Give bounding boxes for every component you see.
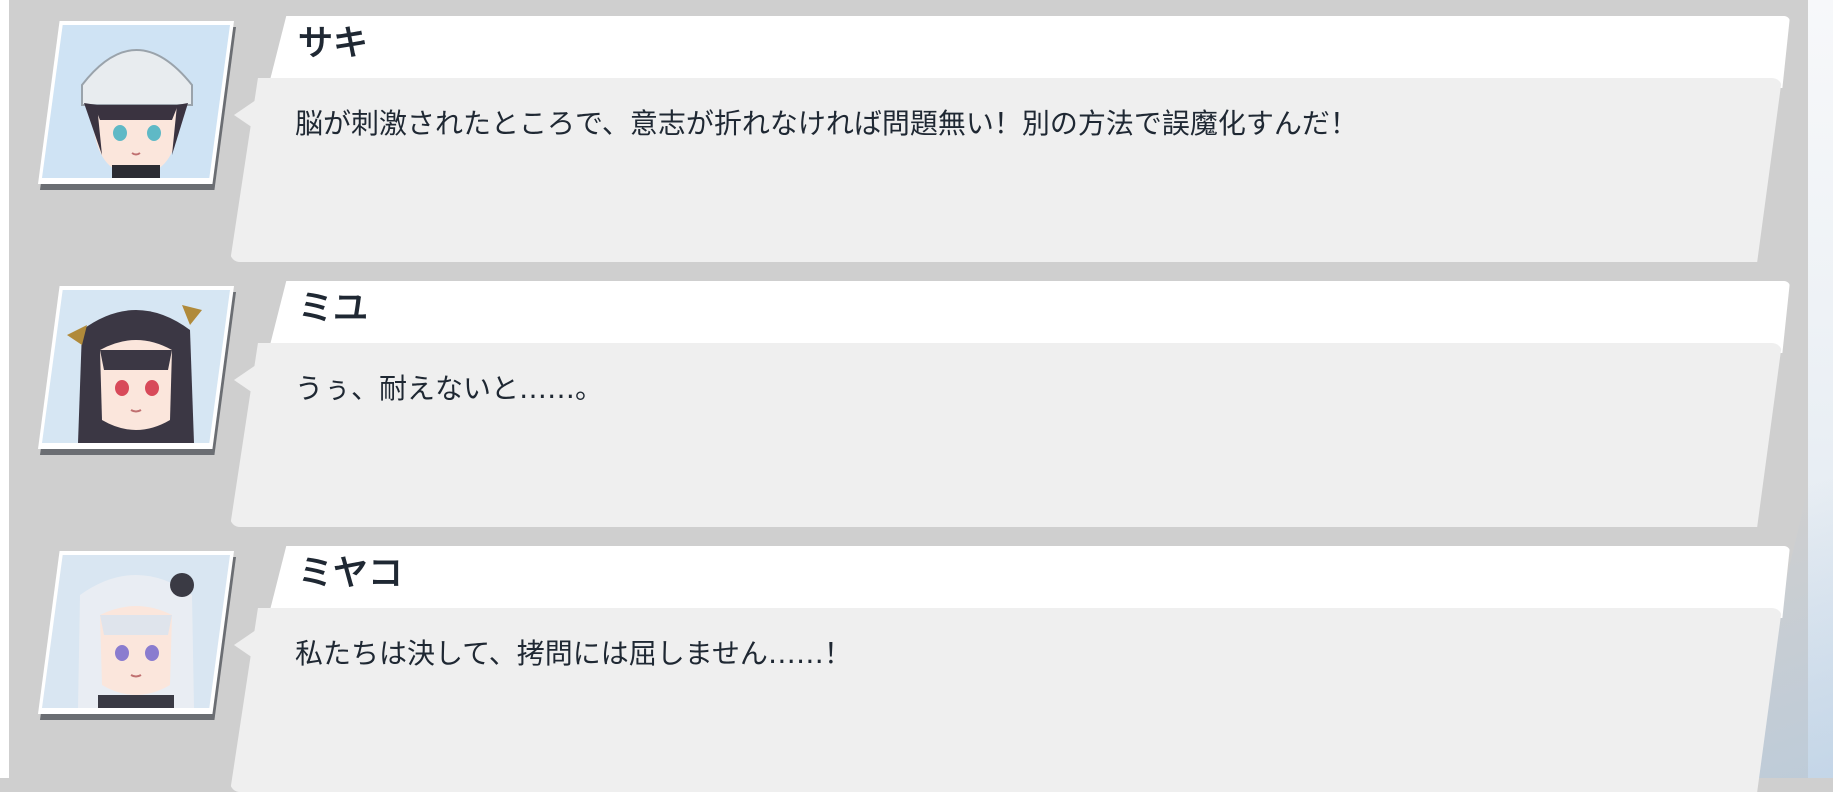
dialogue-text: 私たちは決して、拷問には屈しません……！ — [295, 637, 852, 670]
log-entry: ミヤコ 私たちは決して、拷問には屈しません……！ — [0, 530, 1833, 792]
name-bar — [268, 281, 1790, 353]
avatar — [38, 551, 236, 720]
miyako-portrait-icon — [42, 555, 230, 708]
log-entry: ミユ うぅ、耐えないと……。 — [0, 265, 1833, 527]
dialogue-text: うぅ、耐えないと……。 — [295, 372, 604, 405]
dialogue-text: 脳が刺激されたところで、意志が折れなければ問題無い！別の方法で誤魔化すんだ！ — [295, 107, 1358, 140]
speaker-name: サキ — [298, 24, 369, 64]
name-bar — [268, 546, 1790, 618]
name-bar — [268, 16, 1790, 88]
speaker-name: ミヤコ — [298, 554, 404, 594]
avatar — [38, 286, 236, 455]
miyu-portrait-icon — [42, 290, 230, 443]
log-entry: サキ 脳が刺激されたところで、意志が折れなければ問題無い！別の方法で誤魔化すんだ… — [0, 0, 1833, 262]
avatar — [38, 21, 236, 190]
saki-portrait-icon — [42, 25, 230, 178]
speaker-name: ミユ — [298, 289, 369, 329]
